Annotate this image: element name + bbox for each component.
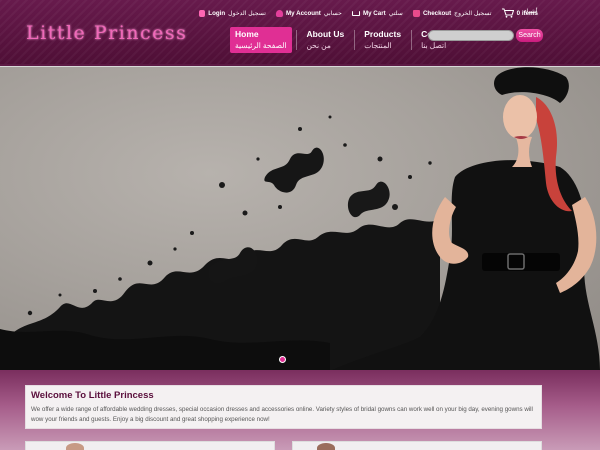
site-logo[interactable]: Little Princess — [26, 22, 187, 44]
cart-icon — [351, 10, 360, 16]
mycart-link[interactable]: My Cart سلتي — [351, 9, 403, 17]
nav-home[interactable]: Home الصفحة الرئيسية — [230, 27, 293, 53]
main-nav: Home الصفحة الرئيسية About Us من نحن Pro… — [230, 27, 459, 53]
items-label-ar: أشياء — [524, 8, 538, 15]
nav-about[interactable]: About Us من نحن — [301, 27, 350, 53]
nav-divider — [411, 30, 413, 50]
search-button[interactable]: Search — [516, 29, 543, 42]
account-link[interactable]: My Account حسابي — [276, 9, 342, 17]
nav-contact-label-ar: اتصل بنا — [421, 41, 447, 50]
slider-dot-active[interactable] — [279, 356, 286, 363]
user-icon — [276, 9, 284, 17]
nav-products-label: Products — [364, 29, 402, 39]
login-link[interactable]: Login تسجيل الدخول — [199, 9, 267, 17]
hero-slider[interactable] — [0, 66, 600, 370]
nav-products[interactable]: Products المنتجات — [359, 27, 407, 53]
nav-products-label-ar: المنتجات — [364, 41, 392, 50]
login-label-ar: تسجيل الدخول — [228, 9, 267, 17]
utility-bar: Login تسجيل الدخول My Account حسابي My C… — [199, 8, 538, 18]
nav-home-label: Home — [235, 29, 259, 39]
ink-splash — [264, 147, 324, 193]
logo-text: Little Princess — [26, 22, 188, 44]
hero-image — [0, 67, 600, 370]
model-turban — [494, 67, 569, 103]
account-label: My Account — [286, 9, 321, 17]
nav-about-label: About Us — [306, 29, 345, 39]
lock-icon — [199, 9, 206, 17]
model-face — [503, 95, 537, 139]
search-input[interactable] — [428, 30, 514, 41]
checkout-link[interactable]: Checkout تسجيل الخروج — [412, 9, 492, 17]
site-header: Little Princess Login تسجيل الدخول My Ac… — [0, 0, 600, 64]
nav-divider — [296, 30, 298, 50]
ink-splash — [347, 181, 390, 218]
welcome-title: Welcome To Little Princess — [31, 390, 154, 401]
nav-home-label-ar: الصفحة الرئيسية — [235, 41, 287, 50]
product-thumbnail[interactable] — [25, 441, 275, 450]
mycart-label: My Cart — [362, 9, 386, 17]
product-image — [317, 443, 335, 450]
account-label-ar: حسابي — [323, 9, 342, 17]
checkout-label: Checkout — [422, 9, 452, 17]
welcome-box: Welcome To Little Princess We offer a wi… — [25, 385, 542, 429]
mycart-label-ar: سلتي — [388, 9, 403, 17]
product-thumbnail[interactable] — [292, 441, 542, 450]
login-label: Login — [208, 9, 226, 17]
checkout-icon — [412, 9, 420, 17]
product-image — [66, 443, 84, 450]
shopping-cart-icon — [501, 8, 514, 18]
nav-divider — [354, 30, 356, 50]
nav-about-label-ar: من نحن — [306, 41, 331, 50]
welcome-text: We offer a wide range of affordable wedd… — [31, 406, 533, 423]
checkout-label-ar: تسجيل الخروج — [454, 9, 492, 17]
